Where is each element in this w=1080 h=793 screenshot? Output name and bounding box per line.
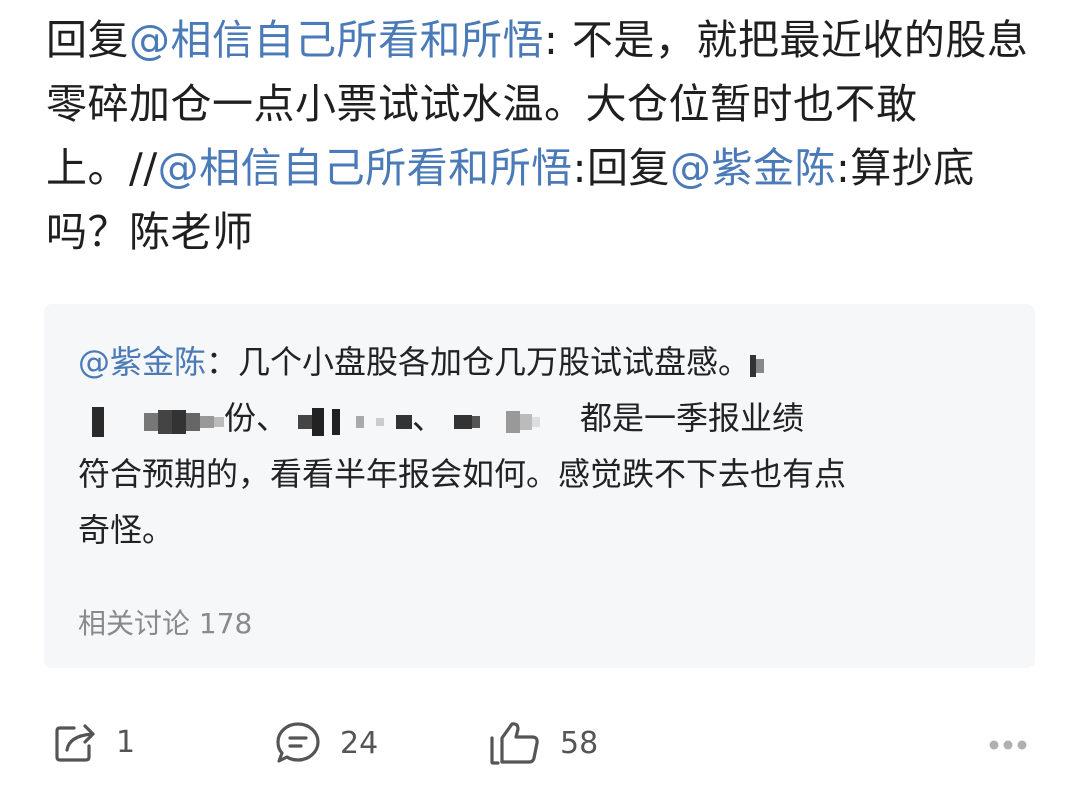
redacted-blur (750, 336, 765, 392)
comment-icon (274, 720, 322, 766)
share-count: 1 (116, 724, 136, 760)
colon: ： (206, 343, 239, 381)
share-button[interactable]: 1 (52, 720, 135, 764)
mention-link[interactable]: @相信自己所看和所悟 (129, 16, 544, 64)
post-text: :回复 (572, 144, 670, 192)
quote-text: 、 (412, 399, 445, 437)
quote-line: @紫金陈：几个小盘股各加仓几万股试试盘感。 (78, 334, 1008, 390)
action-bar: 1 24 58 (0, 700, 1080, 790)
quote-text: 份、 (224, 399, 289, 437)
post: 回复@相信自己所看和所悟: 不是，就把最近收的股息零碎加仓一点小票试试水温。大仓… (0, 0, 1080, 793)
thumbs-up-icon (488, 720, 542, 766)
mention-link[interactable]: @相信自己所看和所悟 (158, 144, 573, 192)
related-discussion[interactable]: 相关讨论 178 (78, 602, 252, 642)
comment-button[interactable]: 24 (274, 720, 378, 766)
related-label: 相关讨论 (78, 607, 191, 640)
comment-count: 24 (340, 725, 379, 761)
redacted-blur (288, 392, 413, 448)
redacted-blur (78, 392, 224, 448)
mention-link[interactable]: @紫金陈 (78, 343, 206, 381)
mention-link[interactable]: @紫金陈 (670, 144, 836, 192)
post-body: 回复@相信自己所看和所悟: 不是，就把最近收的股息零碎加仓一点小票试试水温。大仓… (46, 8, 1046, 264)
quote-line: 符合预期的，看看半年报会如何。感觉跌不下去也有点 (78, 455, 847, 493)
quoted-post-body: @紫金陈：几个小盘股各加仓几万股试试盘感。 份、 、 都是一季报业绩 符合预期的，看… (78, 334, 1008, 558)
like-button[interactable]: 58 (488, 720, 598, 766)
share-icon (52, 720, 98, 764)
quote-line: 份、 、 都是一季报业绩 (78, 390, 1008, 446)
quote-text: 都是一季报业绩 (580, 399, 805, 437)
text-prefix: 回复 (46, 16, 129, 64)
related-count: 178 (198, 607, 253, 640)
like-count: 58 (560, 725, 599, 761)
more-dots-icon (988, 736, 1028, 755)
redacted-blur (444, 392, 580, 448)
quote-text: 几个小盘股各加仓几万股试试盘感。 (238, 343, 751, 381)
quote-line: 奇怪。 (78, 511, 175, 549)
more-button[interactable] (988, 736, 1028, 755)
quoted-post-card[interactable]: @紫金陈：几个小盘股各加仓几万股试试盘感。 份、 、 都是一季报业绩 符合预期的，看… (44, 304, 1035, 668)
